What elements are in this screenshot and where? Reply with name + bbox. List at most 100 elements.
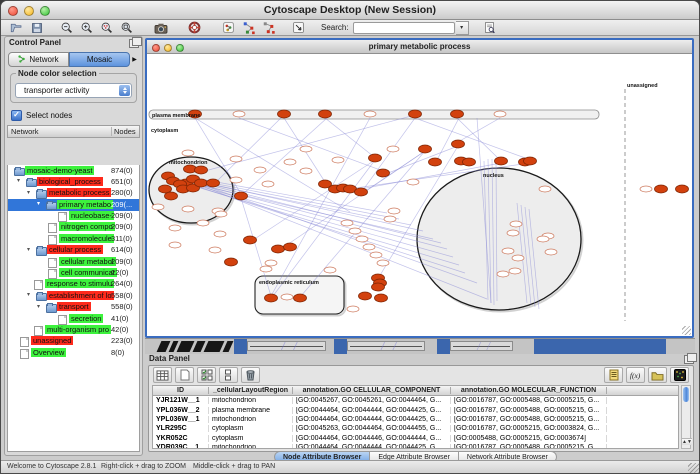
background-windows-strip[interactable] — [145, 338, 695, 354]
tree-row-label[interactable]: cellular process — [47, 245, 103, 254]
scrollbar-thumb[interactable] — [683, 387, 689, 402]
select-nodes-checkbox[interactable]: ✓ — [11, 110, 22, 121]
graph-node[interactable] — [324, 267, 336, 273]
graph-node[interactable] — [507, 230, 519, 236]
graph-node[interactable] — [384, 216, 396, 222]
graph-node[interactable] — [356, 236, 368, 242]
open-file-icon[interactable] — [7, 21, 26, 35]
graph-node[interactable] — [370, 252, 382, 258]
graph-node[interactable] — [497, 271, 509, 277]
float-data-panel-icon[interactable] — [684, 355, 694, 364]
graph-node[interactable] — [281, 294, 293, 300]
graph-node-selected[interactable] — [265, 294, 278, 302]
app-resize-grip[interactable] — [688, 463, 699, 474]
search-index-icon[interactable] — [480, 21, 499, 35]
graph-node[interactable] — [341, 220, 353, 226]
tree-row[interactable]: ▾primary metabo209(... — [8, 199, 139, 210]
tree-row-label[interactable]: establishment of lo — [47, 291, 114, 300]
tree-row[interactable]: response to stimulu264(0) — [8, 279, 139, 290]
new-attribute-icon[interactable] — [175, 367, 194, 383]
tree-row[interactable]: cellular metabol209(0) — [8, 256, 139, 267]
zoom-selected-icon[interactable] — [97, 21, 116, 35]
column-header[interactable]: annotation.GO CELLULAR_COMPONENT — [293, 387, 451, 394]
graph-node[interactable] — [300, 146, 312, 152]
attribute-matrix-icon[interactable] — [670, 367, 689, 383]
graph-node-selected[interactable] — [272, 245, 285, 253]
unified-view-icon[interactable] — [219, 367, 238, 383]
tree-row[interactable]: cell communicat22(0) — [8, 268, 139, 279]
network-window-titlebar[interactable]: primary metabolic process — [147, 40, 692, 54]
tree-row-label[interactable]: biological_process — [37, 177, 103, 186]
graph-node[interactable] — [537, 236, 549, 242]
expand-arrow-icon[interactable]: ▾ — [27, 189, 30, 196]
tab-network[interactable]: Network — [8, 52, 69, 67]
tree-row-label[interactable]: multi-organism pro — [45, 325, 111, 334]
graph-node-selected[interactable] — [278, 110, 291, 118]
graph-node[interactable] — [214, 231, 226, 237]
app-titlebar[interactable]: Cytoscape Desktop (New Session) — [1, 1, 699, 20]
graph-node-selected[interactable] — [452, 140, 465, 148]
graph-node[interactable] — [377, 260, 389, 266]
graph-node-selected[interactable] — [284, 243, 297, 251]
graph-node-selected[interactable] — [165, 192, 178, 200]
float-panel-icon[interactable] — [129, 39, 139, 48]
tab-mosaic[interactable]: Mosaic — [69, 52, 130, 67]
graph-node[interactable] — [230, 177, 242, 183]
graph-node[interactable] — [510, 221, 522, 227]
graph-node[interactable] — [233, 111, 245, 117]
tree-row-label[interactable]: cellular metabol — [59, 257, 116, 266]
graph-node[interactable] — [387, 146, 399, 152]
table-row[interactable]: YPL036W__2plasma membrane[GO:0044464, GO… — [153, 405, 678, 414]
graph-node[interactable] — [265, 260, 277, 266]
graph-node-selected[interactable] — [207, 179, 220, 187]
tree-row[interactable]: mosaic-demo-yeast874(0) — [8, 165, 139, 176]
tree-row-label[interactable]: mosaic-demo-yeast — [25, 166, 94, 175]
graph-node[interactable] — [254, 167, 266, 173]
graph-node-selected[interactable] — [372, 283, 385, 291]
graph-node[interactable] — [300, 168, 312, 174]
window-resize-grip[interactable] — [682, 326, 691, 335]
tree-row-label[interactable]: secretion — [69, 314, 103, 323]
graph-node-selected[interactable] — [235, 192, 248, 200]
graph-node[interactable] — [262, 181, 274, 187]
tree-row-label[interactable]: transport — [57, 302, 91, 311]
tab-overflow-arrow[interactable]: ▶ — [130, 56, 139, 63]
minimize-button[interactable] — [24, 6, 34, 16]
tree-row-label[interactable]: response to stimulu — [45, 279, 114, 288]
tree-column-nodes[interactable]: Nodes — [112, 127, 139, 136]
tree-row[interactable]: ▾establishment of lo558(0) — [8, 290, 139, 301]
tree-row[interactable]: nitrogen compo209(0) — [8, 222, 139, 233]
graph-node-selected[interactable] — [463, 158, 476, 166]
search-dropdown-arrow[interactable]: ▾ — [456, 21, 469, 35]
vizmapper-icon[interactable] — [219, 21, 238, 35]
expand-arrow-icon[interactable]: ▾ — [27, 291, 30, 298]
graph-node-selected[interactable] — [495, 157, 508, 165]
graph-node-selected[interactable] — [195, 179, 208, 187]
table-row[interactable]: YPL036W__1mitochondrion[GO:0044464, GO:0… — [153, 415, 678, 424]
net-close-button[interactable] — [152, 44, 160, 52]
scroll-down-icon[interactable]: ▼ — [687, 438, 692, 445]
graph-node-selected[interactable] — [319, 110, 332, 118]
tree-row[interactable]: secretion41(0) — [8, 313, 139, 324]
graph-node[interactable] — [209, 247, 221, 253]
table-row[interactable]: YKR052Ccytoplasm[GO:0044464, GO:0044446,… — [153, 434, 678, 443]
graph-node[interactable] — [230, 156, 242, 162]
layout-network-icon[interactable] — [239, 21, 258, 35]
net-minimize-button[interactable] — [164, 44, 172, 52]
tree-row[interactable]: ▾biological_process651(0) — [8, 176, 139, 187]
graph-node[interactable] — [260, 266, 272, 272]
tree-row-label[interactable]: Overview — [31, 348, 66, 357]
graph-node[interactable] — [152, 204, 164, 210]
graph-node-selected[interactable] — [451, 110, 464, 118]
graph-node[interactable] — [407, 179, 419, 185]
zoom-out-icon[interactable] — [57, 21, 76, 35]
tree-row-label[interactable]: unassigned — [31, 336, 73, 345]
graph-node[interactable] — [215, 211, 227, 217]
select-attributes-icon[interactable] — [197, 367, 216, 383]
tree-row-label[interactable]: nitrogen compo — [59, 222, 115, 231]
save-icon[interactable] — [27, 21, 46, 35]
graph-node[interactable] — [182, 206, 194, 212]
graph-node[interactable] — [332, 157, 344, 163]
tree-row[interactable]: ▾transport558(0) — [8, 302, 139, 313]
tree-row[interactable]: unassigned223(0) — [8, 336, 139, 347]
